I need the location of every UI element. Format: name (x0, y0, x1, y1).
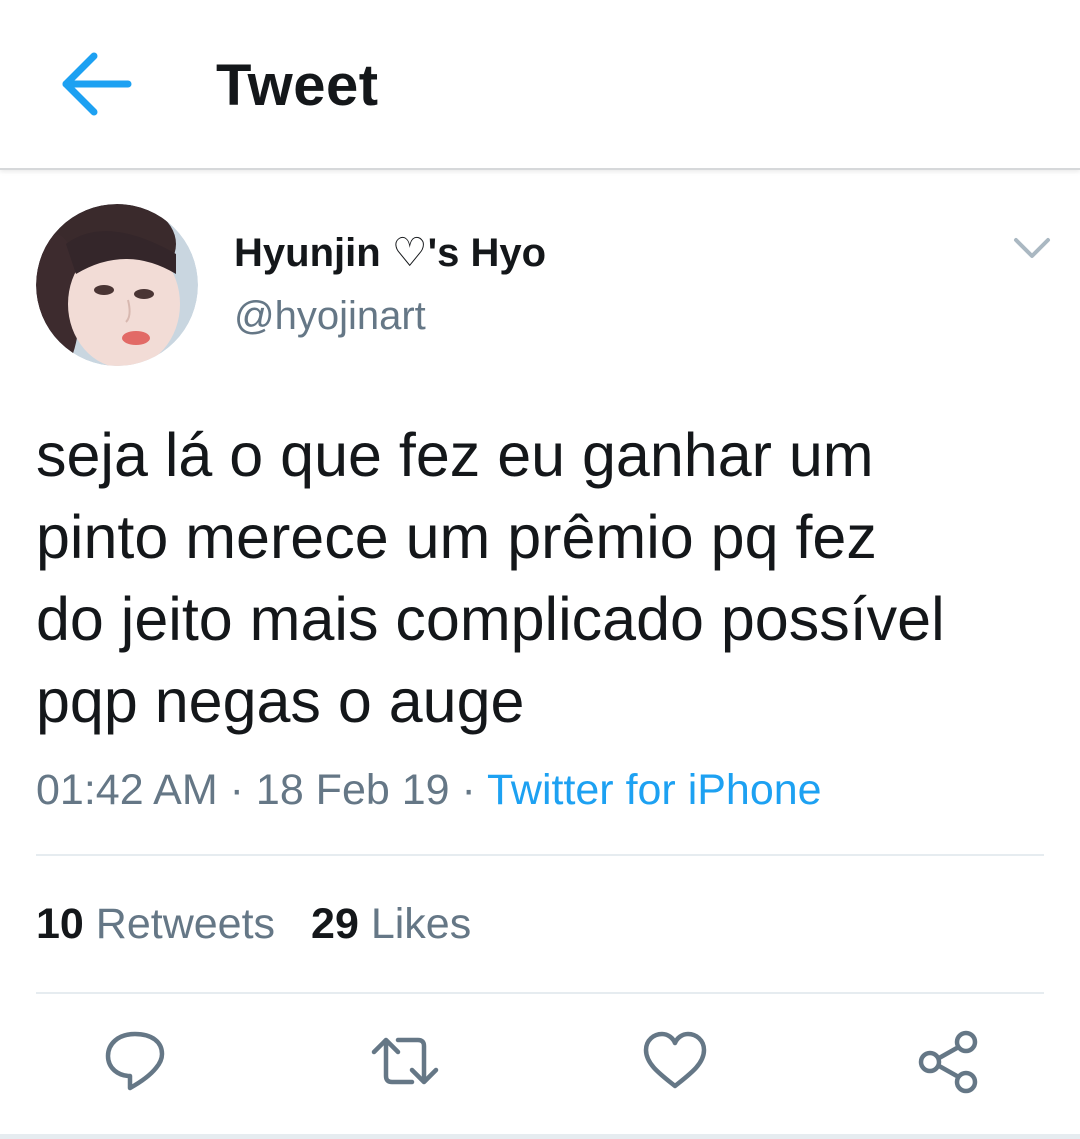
reply-icon (105, 1031, 165, 1091)
share-icon (918, 1030, 978, 1094)
top-app-bar: Tweet (0, 0, 1080, 170)
tweet-date: 18 Feb 19 (255, 766, 450, 814)
divider (36, 854, 1044, 856)
tweet-options-button[interactable] (1010, 232, 1054, 266)
likes-count: 29 (311, 900, 359, 948)
retweets-stat[interactable]: 10 Retweets (36, 900, 275, 948)
tweet-metadata: 01:42 AM · 18 Feb 19 · Twitter for iPhon… (36, 766, 822, 815)
meta-separator: · (449, 766, 487, 814)
bottom-divider (0, 1134, 1080, 1139)
retweets-count: 10 (36, 900, 84, 948)
back-button[interactable] (56, 48, 136, 120)
avatar[interactable] (36, 204, 198, 366)
retweet-icon (371, 1037, 439, 1085)
like-button[interactable] (640, 1026, 710, 1096)
meta-separator: · (217, 766, 256, 814)
page-title: Tweet (216, 53, 379, 118)
arrow-left-icon (62, 52, 132, 116)
author-display-name[interactable]: Hyunjin ♡'s Hyo (234, 230, 546, 276)
tweet-source-link[interactable]: Twitter for iPhone (487, 766, 822, 814)
share-button[interactable] (914, 1026, 984, 1096)
tweet-time: 01:42 AM (36, 766, 218, 814)
tweet-stats: 10 Retweets 29 Likes (36, 900, 471, 949)
tweet-body-text: seja lá o que fez eu ganhar um pinto mer… (36, 421, 945, 735)
retweets-label: Retweets (95, 900, 276, 948)
author-handle[interactable]: @hyojinart (234, 294, 426, 339)
retweet-button[interactable] (370, 1026, 440, 1096)
likes-stat[interactable]: 29 Likes (311, 900, 471, 948)
reply-button[interactable] (100, 1026, 170, 1096)
chevron-down-icon (1014, 238, 1050, 258)
divider (36, 992, 1044, 994)
likes-label: Likes (370, 900, 472, 948)
like-heart-icon (643, 1031, 707, 1089)
